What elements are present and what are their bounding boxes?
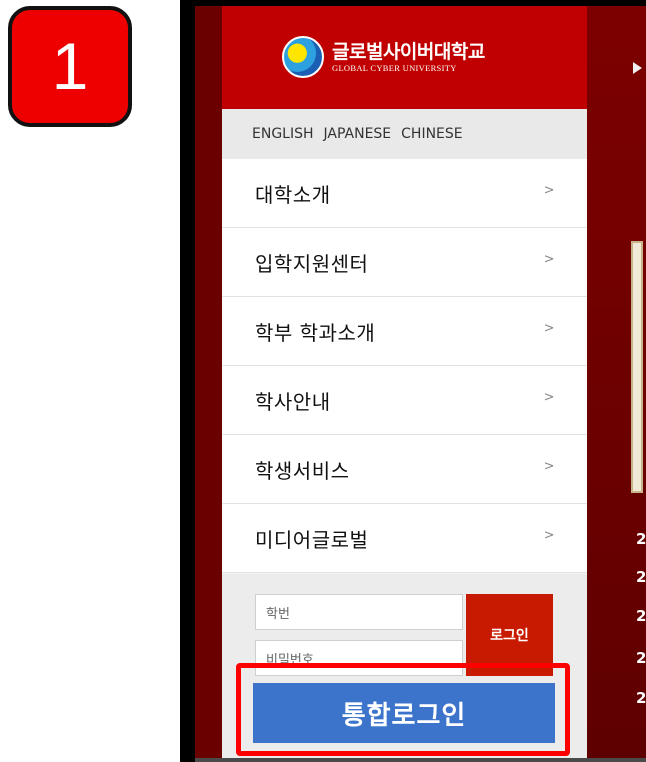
lang-chinese-link[interactable]: CHINESE [401, 126, 462, 142]
integrated-login-button[interactable]: 통합로그인 [253, 683, 555, 743]
background-list-item: 2 [636, 607, 646, 625]
chevron-right-icon: > [543, 183, 555, 198]
chevron-right-icon: > [543, 252, 555, 267]
menu-item-student-services[interactable]: 학생서비스 > [222, 435, 587, 504]
background-list-item: 2 [636, 530, 646, 548]
menu-item-label: 학사안내 [255, 389, 331, 414]
background-list-item: 2 [636, 649, 646, 667]
lang-english-link[interactable]: ENGLISH [252, 126, 314, 142]
menu-item-admissions[interactable]: 입학지원센터 > [222, 228, 587, 297]
menu-item-about[interactable]: 대학소개 > [222, 159, 587, 228]
logo-name-english: GLOBAL CYBER UNIVERSITY [332, 63, 457, 73]
side-menu-drawer: 글로벌사이버대학교 GLOBAL CYBER UNIVERSITY ENGLIS… [222, 6, 587, 762]
background-list-item: 2 [636, 689, 646, 707]
menu-item-label: 미디어글로벌 [255, 527, 369, 552]
chevron-right-icon: > [543, 459, 555, 474]
menu-item-label: 학생서비스 [255, 458, 350, 483]
mobile-screen: 글로벌사이버대학교 GLOBAL CYBER UNIVERSITY ENGLIS… [195, 6, 646, 762]
main-menu: 대학소개 > 입학지원센터 > 학부 학과소개 > 학사안내 > 학생서비스 >… [222, 159, 587, 573]
menu-item-departments[interactable]: 학부 학과소개 > [222, 297, 587, 366]
play-icon [633, 62, 642, 74]
logo-name-korean: 글로벌사이버대학교 [332, 41, 485, 63]
lang-japanese-link[interactable]: JAPANESE [324, 126, 392, 142]
step-number-badge: 1 [8, 6, 132, 127]
background-list-item: 2 [636, 568, 646, 586]
drawer-header: 글로벌사이버대학교 GLOBAL CYBER UNIVERSITY [222, 6, 587, 109]
chevron-right-icon: > [543, 390, 555, 405]
menu-item-label: 학부 학과소개 [255, 320, 376, 345]
student-id-input[interactable]: 학번 [255, 594, 463, 630]
background-banner [631, 241, 643, 493]
bottom-bar [195, 758, 646, 762]
language-bar: ENGLISH JAPANESE CHINESE [222, 109, 587, 159]
left-dim-strip [195, 6, 222, 762]
student-id-placeholder: 학번 [266, 606, 290, 622]
chevron-right-icon: > [543, 321, 555, 336]
menu-item-media-global[interactable]: 미디어글로벌 > [222, 504, 587, 573]
globe-logo-icon [282, 36, 324, 78]
menu-item-label: 입학지원센터 [255, 251, 369, 276]
menu-item-label: 대학소개 [255, 182, 331, 207]
menu-item-academics[interactable]: 학사안내 > [222, 366, 587, 435]
chevron-right-icon: > [543, 528, 555, 543]
university-logo[interactable]: 글로벌사이버대학교 GLOBAL CYBER UNIVERSITY [282, 32, 485, 82]
